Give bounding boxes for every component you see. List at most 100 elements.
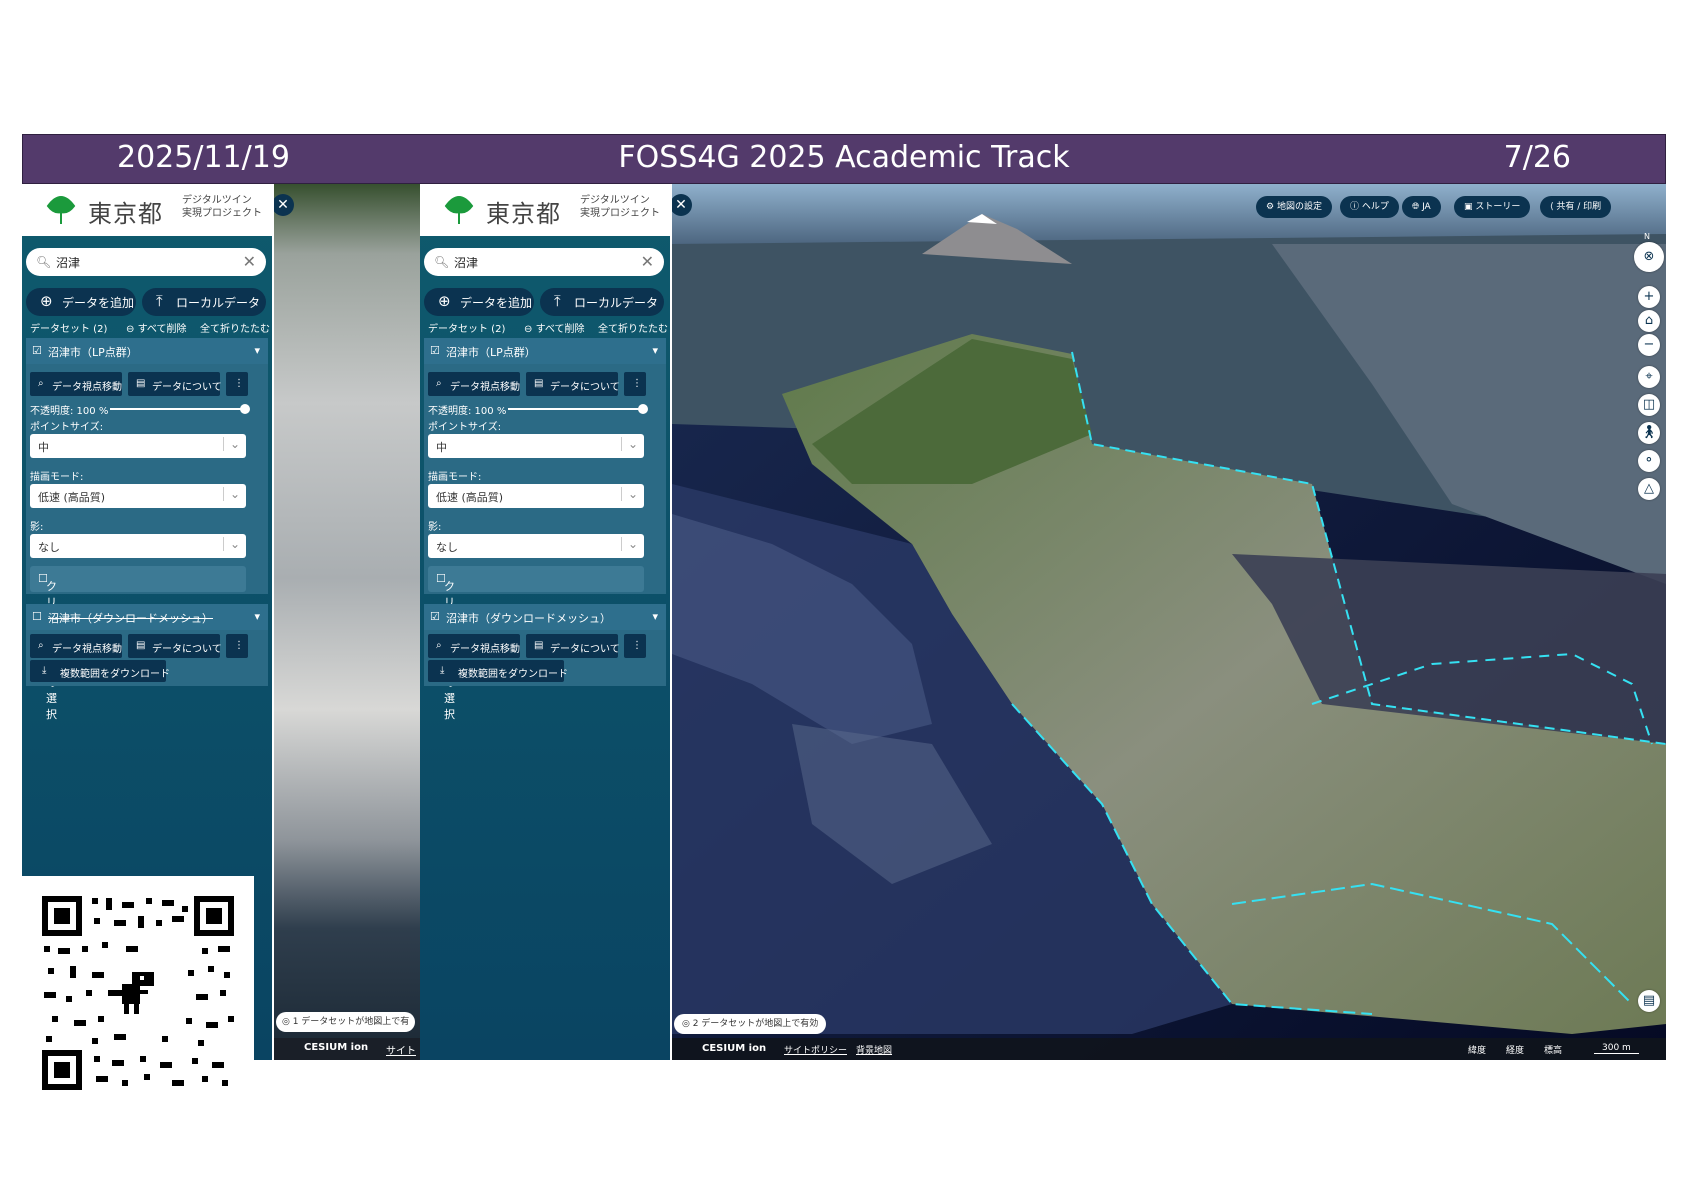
layer-title: 沼津市（ダウンロードメッシュ）: [48, 612, 213, 625]
checkbox-icon[interactable]: ☑: [430, 344, 440, 357]
move-view-button[interactable]: ⌕ データ視点移動: [428, 634, 520, 658]
site-policy-link[interactable]: サイトポリシー: [784, 1043, 847, 1056]
about-data-button[interactable]: ▤ データについて: [128, 634, 222, 658]
layer-header[interactable]: ☐ 沼津市（ダウンロードメッシュ） ▾: [26, 604, 268, 630]
close-icon[interactable]: ✕: [641, 252, 654, 271]
local-data-button[interactable]: ⤒ ローカルデータ: [540, 288, 664, 316]
checkbox-icon[interactable]: ☐: [32, 610, 42, 623]
close-icon[interactable]: ✕: [243, 252, 256, 271]
zoom-in-icon[interactable]: +: [1638, 286, 1660, 308]
layer-card-mesh: ☑ 沼津市（ダウンロードメッシュ） ▾ ⌕ データ視点移動 ▤ データについて …: [424, 604, 666, 686]
share-print-button[interactable]: ⟨ 共有 / 印刷: [1540, 196, 1612, 218]
shadow-select[interactable]: なし ⌄: [30, 534, 246, 558]
dataset-count: データセット (2): [428, 324, 506, 335]
data-panel-left: 東京都 デジタルツイン 実現プロジェクト 🔍︎ 沼津 ✕ ⊕ データを追加 ⤒ …: [22, 184, 272, 1110]
point-size-label: ポイントサイズ:: [30, 422, 104, 433]
search-box[interactable]: 🔍︎ 沼津 ✕: [424, 248, 664, 276]
move-view-label: データ視点移動: [450, 644, 520, 655]
delete-all-button[interactable]: ⊖ すべて削除: [524, 320, 584, 335]
about-data-button[interactable]: ▤ データについて: [128, 372, 222, 396]
help-button[interactable]: ⓘ ヘルプ: [1340, 196, 1399, 218]
chevron-down-icon[interactable]: ▾: [254, 610, 260, 623]
measure-icon[interactable]: ⚬: [1638, 450, 1660, 472]
add-data-button[interactable]: ⊕ データを追加: [26, 288, 136, 316]
about-data-button[interactable]: ▤ データについて: [526, 634, 620, 658]
more-vertical-icon[interactable]: ⋮: [624, 372, 646, 396]
download-multi-label: 複数範囲をダウンロード: [458, 669, 568, 680]
move-view-button[interactable]: ⌕ データ視点移動: [30, 372, 122, 396]
logo-subtitle: デジタルツイン 実現プロジェクト: [182, 194, 262, 220]
more-vertical-icon[interactable]: ⋮: [226, 634, 248, 658]
search-input[interactable]: 沼津: [454, 254, 478, 271]
move-view-button[interactable]: ⌕ データ視点移動: [30, 634, 122, 658]
download-multi-button[interactable]: ⤓ 複数範囲をダウンロード: [30, 660, 170, 682]
layer-header[interactable]: ☑ 沼津市（LP点群） ▾: [26, 338, 268, 364]
opacity-slider[interactable]: [110, 404, 250, 414]
language-button[interactable]: 🌐︎ JA: [1402, 196, 1441, 218]
comment-icon: ▤: [534, 378, 544, 389]
home-icon[interactable]: ⌂: [1638, 310, 1660, 332]
locate-icon[interactable]: ⌖: [1638, 366, 1660, 388]
add-data-label: データを追加: [460, 296, 533, 310]
layer-title: 沼津市（LP点群）: [48, 346, 138, 359]
collapse-all-button[interactable]: 全て折りたたむ: [200, 320, 270, 335]
longitude-label: 経度: [1506, 1046, 1525, 1056]
point-size-select[interactable]: 中 ⌄: [30, 434, 246, 458]
zoom-out-icon[interactable]: −: [1638, 334, 1660, 356]
chevron-down-icon[interactable]: ▾: [254, 344, 260, 357]
render-mode-select[interactable]: 低速 (高品質) ⌄: [30, 484, 246, 508]
tokyo-logo: 東京都 デジタルツイン 実現プロジェクト: [22, 184, 272, 236]
story-button[interactable]: ▣ ストーリー: [1454, 196, 1531, 218]
shadow-select[interactable]: なし ⌄: [428, 534, 644, 558]
status-pill: ◎ 2 データセットが地図上で有効: [674, 1014, 827, 1034]
map-settings-button[interactable]: ⚙ 地図の設定: [1256, 196, 1332, 218]
download-multi-button[interactable]: ⤓ 複数範囲をダウンロード: [428, 660, 568, 682]
more-vertical-icon[interactable]: ⋮: [624, 634, 646, 658]
compass-icon[interactable]: ⊗: [1634, 242, 1664, 272]
more-vertical-icon[interactable]: ⋮: [226, 372, 248, 396]
search-input[interactable]: 沼津: [56, 254, 80, 271]
opacity-label: 不透明度: 100 %: [428, 406, 507, 417]
opacity-slider-knob[interactable]: [638, 404, 648, 414]
chevron-down-icon[interactable]: ▾: [652, 610, 658, 623]
add-data-button[interactable]: ⊕ データを追加: [424, 288, 534, 316]
split-view-icon[interactable]: ◫: [1638, 394, 1660, 416]
layer-header[interactable]: ☑ 沼津市（ダウンロードメッシュ） ▾: [424, 604, 666, 630]
point-size-value: 中: [436, 441, 447, 454]
chevron-down-icon[interactable]: ▾: [652, 344, 658, 357]
layer-card-mesh: ☐ 沼津市（ダウンロードメッシュ） ▾ ⌕ データ視点移動 ▤ データについて …: [26, 604, 268, 686]
point-size-label: ポイントサイズ:: [428, 422, 502, 433]
map-strip-left[interactable]: ✕ ◎ 1 データセットが地図上で有 CESIUM ion サイトポ: [274, 184, 420, 1060]
qr-code-graphic: [22, 876, 254, 1110]
local-data-button[interactable]: ⤒ ローカルデータ: [142, 288, 266, 316]
status-pill: ◎ 1 データセットが地図上で有: [276, 1012, 416, 1032]
map-viewport[interactable]: ✕ ⚙ 地図の設定 ⓘ ヘルプ 🌐︎ JA ▣ ストーリー ⟨ 共有 / 印刷 …: [672, 184, 1666, 1060]
site-policy-link[interactable]: サイトポ: [386, 1042, 420, 1060]
layer-title: 沼津市（LP点群）: [446, 346, 536, 359]
chevron-down-icon: ⌄: [620, 487, 638, 501]
point-size-select[interactable]: 中 ⌄: [428, 434, 644, 458]
search-box[interactable]: 🔍︎ 沼津 ✕: [26, 248, 266, 276]
delete-all-button[interactable]: ⊖ すべて削除: [126, 320, 186, 335]
pedestrian-icon[interactable]: 🚶︎: [1638, 422, 1660, 444]
render-mode-select[interactable]: 低速 (高品質) ⌄: [428, 484, 644, 508]
clip-method-option[interactable]: ☐ クリップ方法の選択: [30, 566, 246, 721]
clip-method-option[interactable]: ☐ クリップ方法の選択: [428, 566, 644, 721]
bell-icon[interactable]: △: [1638, 478, 1660, 500]
layer-header[interactable]: ☑ 沼津市（LP点群） ▾: [424, 338, 666, 364]
checkbox-icon[interactable]: ☑: [32, 344, 42, 357]
render-mode-value: 低速 (高品質): [38, 491, 106, 504]
map-footer: CESIUM ion サイトポリシー 背景地図 緯度 経度 標高 300 m: [672, 1038, 1666, 1060]
feedback-icon[interactable]: ▤: [1638, 990, 1660, 1012]
opacity-slider-knob[interactable]: [240, 404, 250, 414]
plus-circle-icon: ⊕: [438, 292, 451, 310]
opacity-slider[interactable]: [508, 404, 648, 414]
checkbox-icon[interactable]: ☑: [430, 610, 440, 623]
collapse-all-button[interactable]: 全て折りたたむ: [598, 320, 668, 335]
move-view-button[interactable]: ⌕ データ視点移動: [428, 372, 520, 396]
about-data-button[interactable]: ▤ データについて: [526, 372, 620, 396]
status-text: 1 データセットが地図上で有: [292, 1017, 410, 1027]
compass-north-label: N: [1644, 232, 1650, 241]
basemap-link[interactable]: 背景地図: [856, 1043, 892, 1056]
close-icon[interactable]: ✕: [274, 194, 294, 216]
